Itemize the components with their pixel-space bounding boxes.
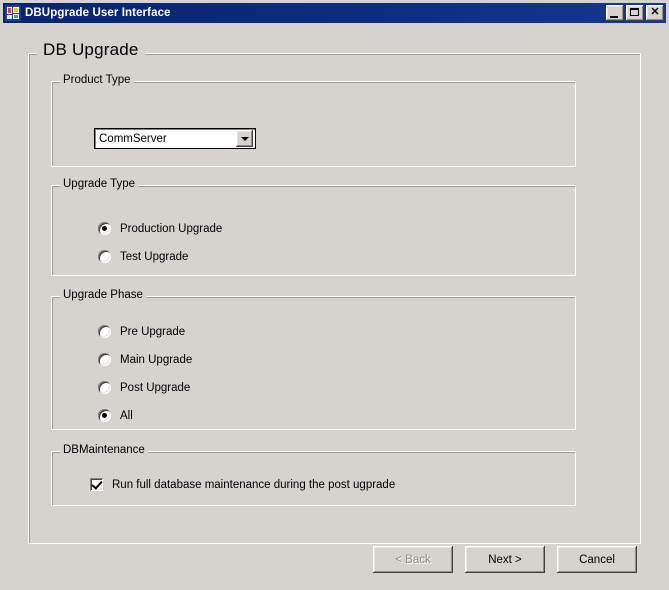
radio-all-mark (98, 409, 111, 422)
maximize-button[interactable] (626, 5, 644, 21)
group-product-type: Product Type CommServer (51, 81, 576, 167)
close-icon: ✕ (646, 5, 664, 21)
product-type-selected-value: CommServer (95, 133, 236, 145)
group-product-type-legend: Product Type (60, 74, 134, 86)
app-icon-pane-red (7, 7, 12, 14)
chevron-down-icon[interactable] (236, 130, 253, 147)
radio-post-upgrade-label: Post Upgrade (120, 382, 190, 394)
radio-main-upgrade-mark (98, 353, 111, 366)
radio-test-upgrade-mark (98, 250, 111, 263)
app-icon-pane-teal (13, 14, 19, 19)
checkbox-full-db-maintenance-label: Run full database maintenance during the… (112, 479, 395, 491)
app-icon-frame (5, 5, 21, 21)
application-window: DBUpgrade User Interface ✕ DB Upgrade Pr… (0, 0, 669, 590)
radio-test-upgrade-label: Test Upgrade (120, 251, 188, 263)
radio-pre-upgrade[interactable]: Pre Upgrade (98, 325, 185, 338)
product-type-select[interactable]: CommServer (94, 128, 256, 149)
checkbox-full-db-maintenance[interactable]: Run full database maintenance during the… (90, 478, 395, 491)
maximize-icon (630, 8, 639, 16)
app-icon-pane-grey (7, 15, 12, 19)
radio-post-upgrade[interactable]: Post Upgrade (98, 381, 190, 394)
radio-production-upgrade[interactable]: Production Upgrade (98, 222, 222, 235)
minimize-button[interactable] (606, 5, 624, 21)
radio-production-upgrade-mark (98, 222, 111, 235)
radio-all-label: All (120, 410, 133, 422)
page-title: DB Upgrade (37, 40, 145, 60)
window-title: DBUpgrade User Interface (25, 7, 171, 19)
title-bar[interactable]: DBUpgrade User Interface ✕ (3, 3, 666, 23)
radio-post-upgrade-mark (98, 381, 111, 394)
radio-test-upgrade[interactable]: Test Upgrade (98, 250, 188, 263)
group-db-maintenance: DBMaintenance Run full database maintena… (51, 451, 576, 506)
back-button[interactable]: < Back (373, 546, 453, 573)
radio-pre-upgrade-mark (98, 325, 111, 338)
group-upgrade-phase-legend: Upgrade Phase (60, 289, 146, 301)
radio-all[interactable]: All (98, 409, 133, 422)
group-db-maintenance-legend: DBMaintenance (60, 444, 148, 456)
window-controls: ✕ (606, 5, 664, 21)
app-window-icon (5, 5, 21, 21)
close-button[interactable]: ✕ (646, 5, 664, 21)
group-upgrade-phase: Upgrade Phase Pre Upgrade Main Upgrade P… (51, 296, 576, 430)
group-upgrade-type-legend: Upgrade Type (60, 178, 138, 190)
client-area: DB Upgrade Product Type CommServer Upgra… (3, 23, 666, 587)
checkbox-full-db-maintenance-mark (90, 478, 103, 491)
group-upgrade-type: Upgrade Type Production Upgrade Test Upg… (51, 185, 576, 276)
app-icon-pane-yellow (13, 7, 19, 13)
radio-production-upgrade-label: Production Upgrade (120, 223, 222, 235)
radio-main-upgrade-label: Main Upgrade (120, 354, 192, 366)
cancel-button[interactable]: Cancel (557, 546, 637, 573)
minimize-icon (610, 16, 618, 18)
radio-pre-upgrade-label: Pre Upgrade (120, 326, 185, 338)
next-button[interactable]: Next > (465, 546, 545, 573)
radio-main-upgrade[interactable]: Main Upgrade (98, 353, 192, 366)
